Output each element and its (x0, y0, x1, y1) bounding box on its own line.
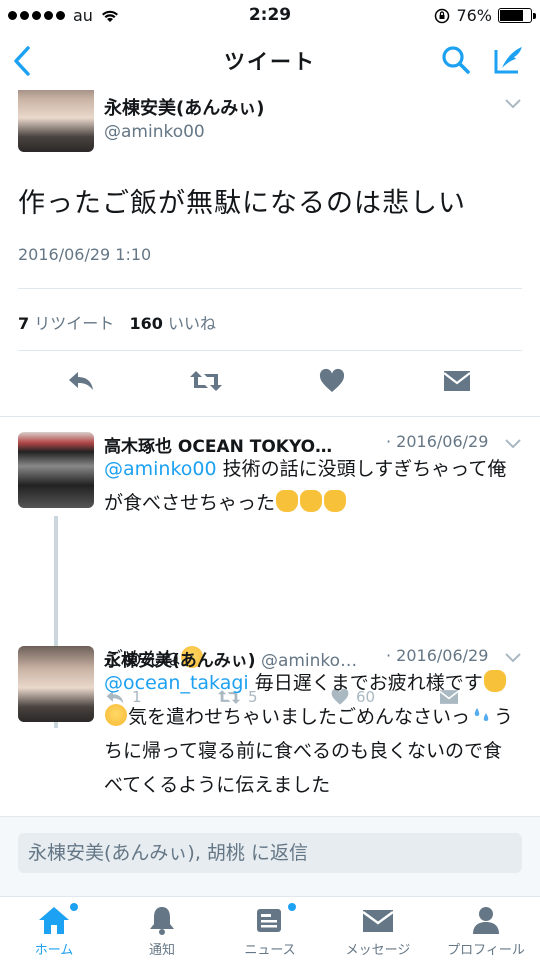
tab-messages[interactable]: メッセージ (328, 901, 428, 958)
divider (18, 288, 522, 289)
tab-news[interactable]: ニュース (220, 901, 320, 958)
retweet-count[interactable]: 7 (18, 314, 29, 333)
tweet-actions (0, 350, 540, 414)
reply-composer: 永棟安美(あんみぃ), 胡桃 に返信 (0, 816, 540, 896)
battery-icon (498, 8, 536, 23)
direct-message-icon[interactable] (442, 368, 472, 394)
avatar[interactable] (18, 646, 94, 722)
chevron-down-icon[interactable] (504, 98, 522, 110)
tab-label: ニュース (244, 943, 296, 958)
tab-label: ホーム (34, 943, 74, 958)
bell-icon (150, 907, 174, 935)
battery-percent: 76% (456, 6, 492, 25)
reply-text: @ocean_takagi 毎日遅くまでお疲れ様です気を遣わせちゃいましたごめん… (104, 670, 514, 796)
author-handle[interactable]: @aminko00 (104, 122, 205, 142)
notification-dot (288, 903, 296, 911)
divider (0, 416, 540, 417)
tab-profile[interactable]: プロフィール (436, 901, 536, 958)
like-count[interactable]: 160 (130, 314, 163, 333)
tab-label: 通知 (148, 943, 175, 958)
status-bar: au 2:29 76% (0, 0, 540, 32)
tab-home[interactable]: ホーム (4, 901, 104, 958)
tab-label: プロフィール (447, 943, 525, 958)
retweet-icon[interactable] (188, 368, 224, 394)
tab-label: メッセージ (345, 943, 411, 958)
chevron-down-icon[interactable] (504, 652, 522, 664)
tweet-detail: 永棟安美(あんみぃ) @aminko00 作ったご飯が無駄になるのは悲しい 20… (0, 90, 540, 816)
rotation-lock-icon (435, 8, 450, 23)
home-icon (39, 907, 69, 934)
mention-link[interactable]: @ocean_takagi (104, 672, 249, 694)
author-name[interactable]: 永棟安美(あんみぃ) (104, 94, 264, 120)
chevron-down-icon[interactable] (504, 438, 522, 450)
search-button[interactable] (440, 44, 472, 80)
search-icon (442, 46, 470, 74)
person-icon (473, 907, 499, 934)
tweet-stats: 7 リツイート 160 いいね (18, 310, 216, 334)
notification-dot (70, 903, 78, 911)
tweet-text: 作ったご飯が無駄になるのは悲しい (18, 188, 466, 219)
sad-face-emoji-icon (105, 704, 127, 726)
heart-icon[interactable] (318, 368, 346, 394)
pray-emoji-icon (300, 490, 323, 512)
reply-text: @aminko00 技術の話に没頭しすぎちゃって俺が食べさせちゃった (104, 458, 507, 514)
like-label[interactable]: いいね (168, 314, 216, 333)
news-icon (257, 909, 281, 932)
avatar[interactable] (18, 90, 94, 152)
retweet-label[interactable]: リツイート (34, 314, 114, 333)
nav-bar: ツイート (0, 32, 540, 90)
envelope-icon (362, 910, 394, 932)
mention-link[interactable]: @aminko00 (104, 458, 217, 480)
reply-date: · 2016/06/29 (386, 646, 489, 665)
pray-emoji-icon (483, 670, 506, 692)
sweat-drops-emoji-icon (474, 708, 489, 721)
tab-bar: ホーム 通知 ニュース メッセージ プロフィール (0, 896, 540, 960)
compose-button[interactable] (492, 44, 526, 80)
pray-emoji-icon (324, 490, 347, 512)
reply-date: · 2016/06/29 (386, 432, 489, 451)
reply-icon[interactable] (66, 368, 96, 394)
reply-input[interactable]: 永棟安美(あんみぃ), 胡桃 に返信 (18, 833, 522, 873)
compose-icon (494, 47, 522, 74)
tweet-timestamp: 2016/06/29 1:10 (18, 245, 152, 264)
pray-emoji-icon (276, 490, 299, 512)
avatar[interactable] (18, 432, 94, 508)
tab-notifications[interactable]: 通知 (112, 901, 212, 958)
